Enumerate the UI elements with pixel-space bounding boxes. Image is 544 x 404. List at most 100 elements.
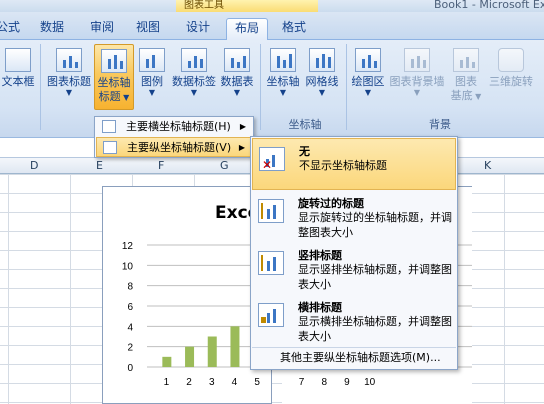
column-header-f[interactable]: F xyxy=(158,159,164,172)
legend-button[interactable]: 图例 ▼ xyxy=(136,44,168,110)
vertical-axis-title-submenu: ✕ 无 不显示坐标轴标题 旋转过的标题 显示旋转过的坐标轴标题，并调整图表大小 … xyxy=(250,136,458,370)
text-box-icon xyxy=(5,48,31,72)
chart-floor-button[interactable]: 图表 基底 ▼ xyxy=(448,44,484,110)
option-horizontal-title[interactable]: 横排标题 显示横排坐标轴标题，并调整图表大小 xyxy=(252,295,456,347)
group-label-background: 背景 xyxy=(429,118,451,131)
gridlines-label: 网格线 xyxy=(305,75,339,88)
chart-floor-label-2: 基底 xyxy=(450,89,473,102)
x-tick-label: 7 xyxy=(299,377,305,388)
vertical-axis-title-icon xyxy=(103,141,117,154)
no-title-x-icon: ✕ xyxy=(262,158,273,172)
option-rotated-title[interactable]: 旋转过的标题 显示旋转过的坐标轴标题，并调整图表大小 xyxy=(252,191,456,243)
axis-titles-icon xyxy=(101,49,127,73)
dropdown-arrow-icon: ▼ xyxy=(318,88,326,97)
3d-rotation-label: 三维旋转 xyxy=(489,75,533,88)
tab-design[interactable]: 设计 xyxy=(180,18,216,40)
submenu-arrow-icon: ▶ xyxy=(239,122,246,131)
option-description: 显示横排坐标轴标题，并调整图表大小 xyxy=(298,315,452,343)
x-tick-label: 9 xyxy=(344,377,350,388)
chart-plot: 0246810121 2 3 4 5 xyxy=(122,241,273,388)
x-tick-label: 2 xyxy=(186,377,192,388)
chart-title-label: 图表标题 xyxy=(47,75,91,88)
chart-floor-icon xyxy=(453,48,479,72)
ribbon-tabs: 公式 数据 审阅 视图 设计 布局 格式 xyxy=(0,12,544,40)
axis-titles-label: 坐标轴 xyxy=(97,76,131,89)
horizontal-title-icon xyxy=(258,303,284,327)
text-box-label: 文本框 xyxy=(1,75,35,88)
tab-format[interactable]: 格式 xyxy=(276,18,312,40)
axis-titles-button[interactable]: 坐标轴 标题 ▼ xyxy=(94,44,134,110)
dropdown-arrow-icon: ▼ xyxy=(120,93,130,102)
group-label-axes: 坐标轴 xyxy=(288,118,322,131)
text-box-button[interactable]: 文本框 xyxy=(0,44,36,110)
axis-titles-label-2: 标题 xyxy=(98,90,121,103)
legend-label: 图例 xyxy=(141,75,163,88)
chart-bar xyxy=(207,336,217,367)
y-tick-label: 12 xyxy=(122,241,134,252)
ribbon-separator xyxy=(346,44,347,130)
axes-button[interactable]: 坐标轴 ▼ xyxy=(264,44,302,110)
3d-rotation-button[interactable]: 三维旋转 xyxy=(486,44,536,110)
chart-bar xyxy=(230,326,240,367)
y-tick-label: 8 xyxy=(127,282,133,293)
dropdown-arrow-icon: ▼ xyxy=(65,88,73,97)
chart-title-button[interactable]: 图表标题 ▼ xyxy=(46,44,92,110)
x-tick-label: 1 xyxy=(164,377,170,388)
menu-item-vertical-axis-title[interactable]: 主要纵坐标轴标题(V) ▶ xyxy=(96,137,252,157)
option-description: 显示竖排坐标轴标题，并调整图表大小 xyxy=(298,263,452,291)
chart-wall-button[interactable]: 图表背景墙 ▼ xyxy=(388,44,446,110)
dropdown-arrow-icon: ▼ xyxy=(472,92,482,101)
axes-icon xyxy=(270,48,296,72)
menu-item-label: 主要纵坐标轴标题(V) xyxy=(127,141,232,154)
menu-item-label: 主要横坐标轴标题(H) xyxy=(126,120,231,133)
chart-bar xyxy=(185,346,195,367)
option-vertical-title[interactable]: 竖排标题 显示竖排坐标轴标题，并调整图表大小 xyxy=(252,243,456,295)
y-tick-label: 4 xyxy=(127,322,133,333)
tab-layout[interactable]: 布局 xyxy=(226,18,268,40)
gridlines-button[interactable]: 网格线 ▼ xyxy=(302,44,342,110)
chart-wall-label: 图表背景墙 xyxy=(389,75,445,88)
menu-item-horizontal-axis-title[interactable]: 主要横坐标轴标题(H) ▶ xyxy=(96,117,252,137)
option-none[interactable]: ✕ 无 不显示坐标轴标题 xyxy=(252,138,456,190)
more-options-link[interactable]: 其他主要纵坐标轴标题选项(M)... xyxy=(252,347,456,369)
column-header-g[interactable]: G xyxy=(220,159,229,172)
dropdown-arrow-icon: ▼ xyxy=(190,88,198,97)
column-header-d[interactable]: D xyxy=(30,159,38,172)
tab-formulas[interactable]: 公式 xyxy=(0,18,20,40)
data-table-button[interactable]: 数据表 ▼ xyxy=(218,44,256,110)
tab-data[interactable]: 数据 xyxy=(34,18,70,40)
data-table-label: 数据表 xyxy=(220,75,254,88)
chart-floor-label: 图表 xyxy=(455,75,477,88)
rotated-title-icon xyxy=(258,199,284,223)
horizontal-axis-title-icon xyxy=(102,120,116,133)
dropdown-arrow-icon: ▼ xyxy=(233,88,241,97)
axis-titles-menu: 主要横坐标轴标题(H) ▶ 主要纵坐标轴标题(V) ▶ xyxy=(94,116,254,158)
y-tick-label: 10 xyxy=(122,261,134,272)
option-description: 显示旋转过的坐标轴标题，并调整图表大小 xyxy=(298,211,452,239)
chart-wall-icon xyxy=(404,48,430,72)
chart-area[interactable]: Exce 0 2 4 6 8 10 12 1 2 3 4 5 xyxy=(102,186,273,404)
data-labels-icon xyxy=(181,48,207,72)
data-labels-label: 数据标签 xyxy=(172,75,216,88)
tab-review[interactable]: 审阅 xyxy=(84,18,120,40)
y-tick-label: 2 xyxy=(127,343,133,354)
option-title: 横排标题 xyxy=(298,301,342,314)
plot-area-button[interactable]: 绘图区 ▼ xyxy=(350,44,386,110)
chart-bar xyxy=(162,356,172,367)
data-table-icon xyxy=(224,48,250,72)
tab-view[interactable]: 视图 xyxy=(130,18,166,40)
plot-area-icon xyxy=(355,48,381,72)
ribbon-separator xyxy=(260,44,261,130)
dropdown-arrow-icon: ▼ xyxy=(148,88,156,97)
vertical-title-icon xyxy=(258,251,284,275)
ribbon: 文本框 图表标题 ▼ 坐标轴 标题 ▼ 图例 ▼ 数据标签 ▼ 数据表 ▼ 坐标轴 ▼ 网… xyxy=(0,40,544,138)
y-tick-label: 0 xyxy=(127,363,133,374)
x-tick-label: 10 xyxy=(364,377,376,388)
plot-area-label: 绘图区 xyxy=(351,75,385,88)
y-tick-label: 6 xyxy=(127,302,133,313)
option-title: 旋转过的标题 xyxy=(298,197,364,210)
column-header-k[interactable]: K xyxy=(484,159,491,172)
ribbon-separator xyxy=(40,44,41,130)
column-header-e[interactable]: E xyxy=(96,159,103,172)
data-labels-button[interactable]: 数据标签 ▼ xyxy=(170,44,218,110)
